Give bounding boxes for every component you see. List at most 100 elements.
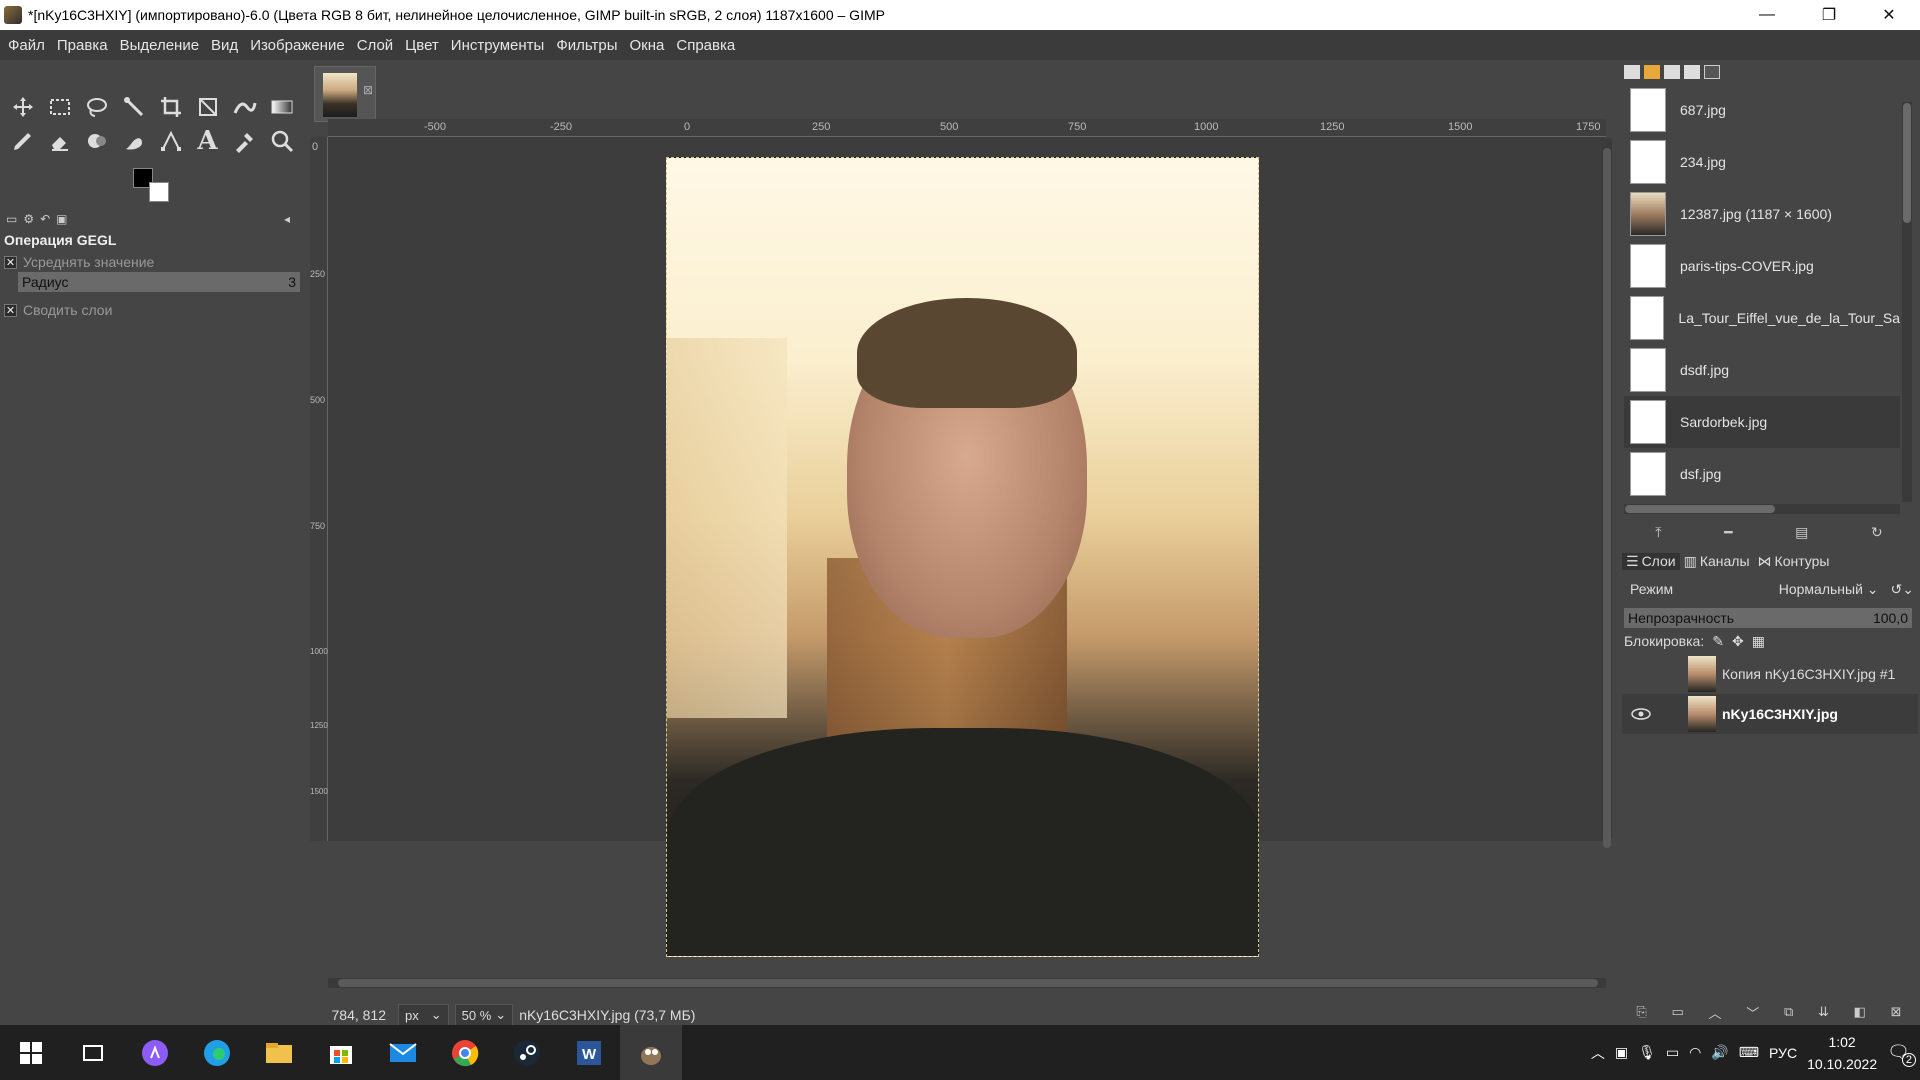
lasso-icon[interactable]	[78, 91, 115, 123]
mode-reset-icon[interactable]: ↺⌄	[1891, 581, 1914, 598]
smudge-icon[interactable]	[115, 125, 152, 157]
menu-select[interactable]: Выделение	[114, 37, 205, 54]
radius-value[interactable]: 3	[288, 274, 296, 290]
add-mask-icon[interactable]: ◧	[1854, 1004, 1866, 1020]
eraser-icon[interactable]	[41, 125, 78, 157]
image-canvas-photo[interactable]	[666, 157, 1259, 957]
delete-layer-icon[interactable]: ⊠	[1891, 1004, 1902, 1020]
keyboard-icon[interactable]: ⌨	[1739, 1044, 1759, 1061]
clock[interactable]: 1:02 10.10.2022	[1807, 1031, 1877, 1075]
transform-icon[interactable]	[189, 91, 226, 123]
lock-position-icon[interactable]: ✥	[1732, 633, 1744, 650]
list-item[interactable]: Sardorbek.jpg	[1624, 396, 1900, 448]
menu-filters[interactable]: Фильтры	[550, 37, 623, 54]
maximize-button[interactable]: ❐	[1800, 0, 1858, 30]
document-list-vscroll[interactable]	[1902, 102, 1912, 502]
color-picker-icon[interactable]	[226, 125, 263, 157]
fonts-tab-icon[interactable]	[1664, 65, 1680, 79]
menu-help[interactable]: Справка	[670, 37, 741, 54]
lower-layer-icon[interactable]: ﹀	[1746, 1003, 1759, 1022]
remove-entry-icon[interactable]: ━	[1724, 524, 1732, 541]
mail-icon[interactable]	[372, 1025, 434, 1080]
lock-pixels-icon[interactable]: ✎	[1712, 633, 1724, 650]
warp-icon[interactable]	[226, 91, 263, 123]
merge-down-icon[interactable]: ⇊	[1818, 1004, 1829, 1020]
opacity-spinner[interactable]: Непрозрачность 100,0	[1624, 608, 1912, 628]
gimp-taskbar-icon[interactable]	[620, 1025, 682, 1080]
layer-row[interactable]: Копия nKy16C3HXIY.jpg #1	[1622, 654, 1918, 694]
word-icon[interactable]: W	[558, 1025, 620, 1080]
menu-layer[interactable]: Слой	[351, 37, 399, 54]
radius-spinner[interactable]: Радиус 3	[18, 272, 300, 292]
crop-icon[interactable]	[152, 91, 189, 123]
raise-layer-icon[interactable]: ︿	[1709, 1003, 1722, 1022]
new-group-icon[interactable]: ▭	[1671, 1004, 1683, 1020]
menu-file[interactable]: Файл	[2, 37, 51, 54]
microphone-icon[interactable]: 🎙	[1638, 1044, 1656, 1061]
list-item[interactable]: paris-tips-COVER.jpg	[1624, 240, 1900, 292]
opacity-value[interactable]: 100,0	[1873, 610, 1908, 626]
chrome-icon[interactable]	[434, 1025, 496, 1080]
undo-history-tab-icon[interactable]: ↶	[40, 212, 50, 226]
horizontal-scrollbar[interactable]	[328, 978, 1606, 988]
move-tool-icon[interactable]	[4, 91, 41, 123]
average-checkbox[interactable]: ✕	[4, 255, 17, 269]
text-tool-icon[interactable]: A	[189, 125, 226, 157]
menu-colors[interactable]: Цвет	[399, 37, 445, 54]
documents-tab-icon[interactable]	[1684, 65, 1700, 79]
file-explorer-icon[interactable]	[248, 1025, 310, 1080]
duplicate-layer-icon[interactable]: ⧉	[1784, 1004, 1793, 1020]
tool-options-tab-icon[interactable]: ▭	[6, 212, 17, 226]
zoom-select[interactable]: 50 % ⌄	[454, 1004, 514, 1026]
dock-config-icon[interactable]: ◂	[284, 212, 290, 226]
ms-store-icon[interactable]	[310, 1025, 372, 1080]
pencil-icon[interactable]	[4, 125, 41, 157]
menu-view[interactable]: Вид	[205, 37, 244, 54]
merge-checkbox-row[interactable]: ✕ Сводить слои	[4, 300, 112, 320]
start-button-icon[interactable]	[0, 1025, 62, 1080]
gradient-icon[interactable]	[263, 91, 300, 123]
document-list-hscroll[interactable]	[1624, 504, 1900, 514]
menu-tools[interactable]: Инструменты	[445, 37, 551, 54]
unit-select[interactable]: px ⌄	[398, 1004, 449, 1026]
image-tab[interactable]: ⊠	[314, 66, 376, 122]
visibility-toggle[interactable]	[1626, 659, 1656, 689]
notifications-icon[interactable]: 🗨 2	[1887, 1042, 1916, 1067]
merge-checkbox[interactable]: ✕	[4, 303, 17, 317]
list-item[interactable]: dsf.jpg	[1624, 448, 1900, 500]
rect-select-icon[interactable]	[41, 91, 78, 123]
background-color-swatch[interactable]	[149, 182, 169, 202]
clear-history-icon[interactable]: ▤	[1795, 524, 1808, 541]
close-tab-icon[interactable]: ⊠	[363, 83, 373, 97]
list-item[interactable]: 687.jpg	[1624, 84, 1900, 136]
edge-browser-icon[interactable]	[186, 1025, 248, 1080]
open-document-icon[interactable]: ⤒	[1655, 524, 1661, 541]
average-checkbox-row[interactable]: ✕ Усреднять значение	[4, 252, 154, 272]
mode-select[interactable]: Нормальный ⌄	[1779, 581, 1879, 598]
list-item[interactable]: dsdf.jpg	[1624, 344, 1900, 396]
volume-icon[interactable]: 🔊	[1711, 1044, 1728, 1061]
eye-icon[interactable]	[1626, 699, 1656, 729]
meet-now-icon[interactable]: ▣	[1615, 1044, 1628, 1061]
tab-channels[interactable]: ▥ Каналы	[1680, 553, 1754, 570]
tab-layers[interactable]: ☰ Слои	[1622, 552, 1680, 570]
vertical-scrollbar[interactable]	[1602, 138, 1612, 848]
zoom-icon[interactable]	[263, 125, 300, 157]
refresh-icon[interactable]: ↻	[1871, 524, 1883, 541]
task-view-icon[interactable]	[62, 1025, 124, 1080]
list-item[interactable]: La_Tour_Eiffel_vue_de_la_Tour_Sain	[1624, 292, 1900, 344]
images-tab-icon[interactable]: ▣	[56, 212, 67, 226]
paths-icon[interactable]	[152, 125, 189, 157]
fg-bg-colors[interactable]	[130, 164, 178, 208]
wifi-icon[interactable]: ◠	[1689, 1044, 1701, 1061]
lock-alpha-icon[interactable]: ▦	[1752, 633, 1765, 650]
clone-icon[interactable]	[78, 125, 115, 157]
alice-assistant-icon[interactable]	[124, 1025, 186, 1080]
menu-edit[interactable]: Правка	[51, 37, 114, 54]
paint-dynamics-tab-icon[interactable]	[1704, 65, 1720, 79]
menu-windows[interactable]: Окна	[624, 37, 671, 54]
tab-paths[interactable]: ⋈ Контуры	[1754, 553, 1834, 570]
fuzzy-select-icon[interactable]	[115, 91, 152, 123]
minimize-button[interactable]: —	[1738, 0, 1796, 30]
steam-icon[interactable]	[496, 1025, 558, 1080]
